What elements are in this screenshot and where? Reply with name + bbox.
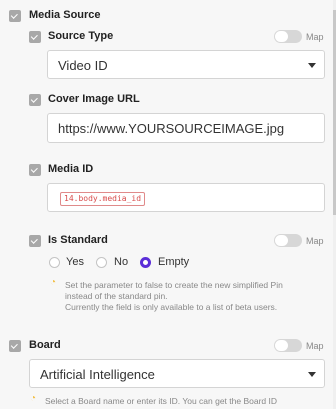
is-standard-map-toggle[interactable] — [274, 234, 302, 247]
lightbulb-icon: ◔ — [30, 393, 37, 404]
media-id-checkbox[interactable] — [29, 164, 41, 176]
lightbulb-icon: ◔ — [50, 277, 57, 288]
cover-image-checkbox[interactable] — [29, 94, 41, 106]
is-standard-checkbox[interactable] — [29, 235, 41, 247]
board-value: Artificial Intelligence — [40, 367, 155, 382]
radio-empty-label: Empty — [158, 256, 190, 268]
source-type-label: Source Type — [48, 30, 114, 42]
cover-image-url-input[interactable]: https://www.YOURSOURCEIMAGE.jpg — [47, 113, 325, 143]
is-standard-hint-3: Currently the field is only available to… — [65, 302, 278, 312]
source-type-value: Video ID — [58, 58, 108, 73]
cover-image-url-value: https://www.YOURSOURCEIMAGE.jpg — [58, 121, 285, 136]
board-hint: Select a Board name or enter its ID. You… — [45, 396, 277, 406]
is-standard-hint-1: Set the parameter to false to create the… — [65, 280, 283, 290]
radio-empty[interactable] — [140, 257, 151, 268]
media-source-checkbox[interactable] — [9, 10, 21, 22]
radio-no-label: No — [114, 256, 129, 268]
source-type-map-label: Map — [306, 32, 324, 42]
is-standard-map-label: Map — [306, 236, 324, 246]
media-source-label: Media Source — [29, 9, 101, 21]
media-id-label: Media ID — [48, 163, 94, 175]
radio-no[interactable] — [96, 257, 107, 268]
board-map-toggle[interactable] — [274, 339, 302, 352]
source-type-map-toggle[interactable] — [274, 30, 302, 43]
source-type-select[interactable]: Video ID — [47, 50, 325, 79]
media-id-token[interactable]: 14.body.media_id — [60, 192, 146, 206]
board-checkbox[interactable] — [9, 340, 21, 352]
board-label: Board — [29, 339, 61, 351]
source-type-checkbox[interactable] — [29, 31, 41, 43]
chevron-down-icon — [308, 63, 316, 68]
is-standard-label: Is Standard — [48, 234, 108, 246]
cover-image-label: Cover Image URL — [48, 93, 140, 105]
chevron-down-icon — [308, 372, 316, 377]
board-map-label: Map — [306, 341, 324, 351]
is-standard-hint-2: instead of the standard pin. — [65, 291, 168, 301]
media-id-input[interactable]: 14.body.media_id — [47, 183, 325, 212]
radio-yes-label: Yes — [66, 256, 84, 268]
board-select[interactable]: Artificial Intelligence — [29, 359, 325, 388]
radio-yes[interactable] — [49, 257, 60, 268]
